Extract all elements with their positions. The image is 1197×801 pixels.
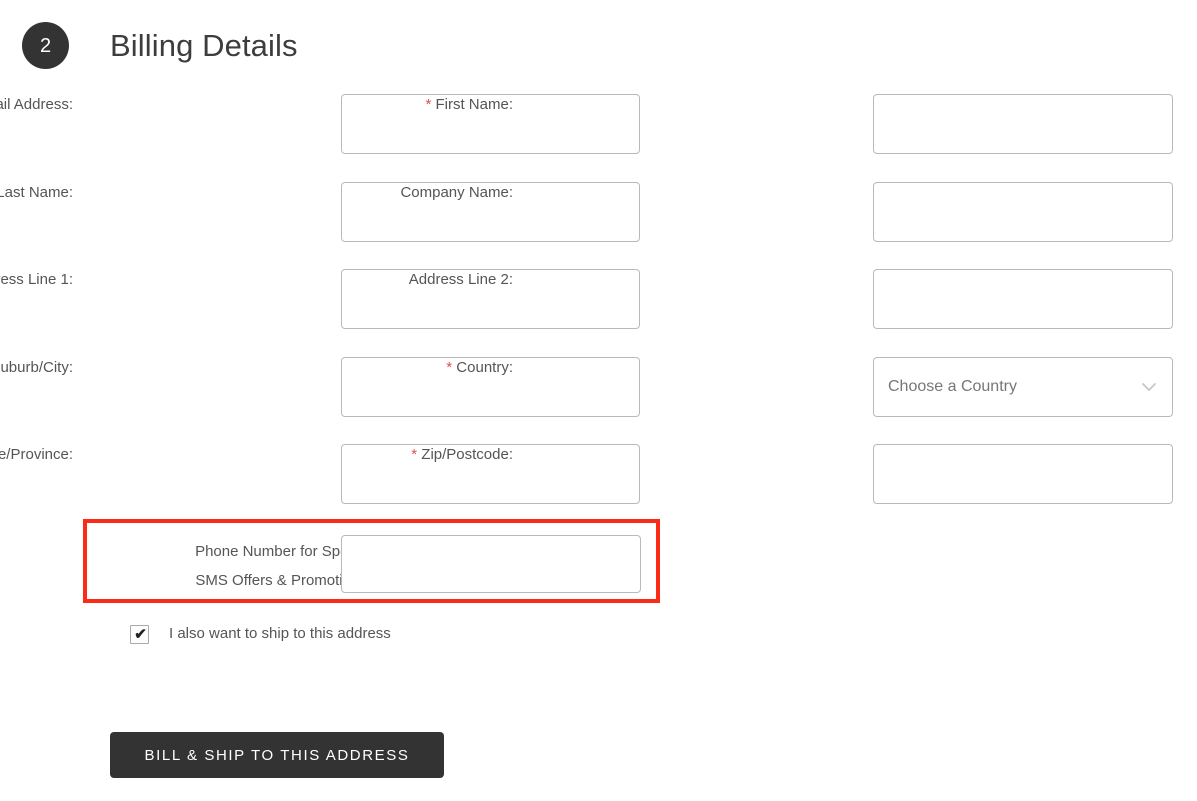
company-name-input[interactable] [873,182,1173,242]
label-text: Email Address: [0,96,73,113]
field-address-line-2: Address Line 2: [409,269,1173,329]
label-text: Suburb/City: [0,359,73,376]
label-text: First Name: [435,96,513,113]
label-state-province: * State/Province: [0,444,73,466]
step-number-text: 2 [39,34,52,57]
label-phone-number: Phone Number for Special SMS Offers & Pr… [127,537,371,595]
label-first-name: * First Name: [213,94,513,116]
form-row-zip-postcode: * Zip/Postcode: [411,444,1173,504]
form-row-first-name: * First Name: [425,94,1173,154]
label-text: Company Name: [400,184,513,201]
label-phone-number-line-2: SMS Offers & Promotions: [195,572,371,589]
label-company-name: Company Name: [213,182,513,204]
label-address-line-2: Address Line 2: [213,269,513,291]
field-first-name: * First Name: [425,94,1173,154]
field-company-name: Company Name: [400,182,1173,242]
checkmark-icon: ✔ [134,625,147,643]
page-title: Billing Details [110,28,298,63]
label-suburb-city: * Suburb/City: [0,357,73,379]
label-email-address: * Email Address: [0,94,73,116]
phone-field-highlight: Phone Number for Special SMS Offers & Pr… [83,519,660,603]
required-asterisk: * [425,96,432,113]
country-select-value[interactable]: Choose a Country [873,357,1173,417]
label-address-line-1: * Address Line 1: [0,269,73,291]
billing-details-header: 2 Billing Details [0,0,1197,92]
form-row-address-line-2: Address Line 2: [409,269,1173,329]
zip-postcode-input[interactable] [873,444,1173,504]
label-text: Address Line 2: [408,271,513,288]
label-text: Last Name: [0,184,73,201]
label-zip-postcode: * Zip/Postcode: [213,444,513,466]
country-select[interactable]: Choose a Country [873,357,1173,417]
ship-to-this-address-label: I also want to ship to this address [169,625,391,642]
label-last-name: * Last Name: [0,182,73,204]
bill-and-ship-button[interactable]: Bill & Ship to this Address [110,732,444,778]
ship-to-this-address-row[interactable]: ✔ I also want to ship to this address [130,623,391,645]
step-number-badge: 2 [22,22,69,69]
form-row-country: * Country: Choose a Country [446,357,1173,417]
label-country: * Country: [213,357,513,379]
label-phone-number-line-1: Phone Number for Special [195,543,371,560]
label-text: Country: [456,359,513,376]
form-row-company-name: Company Name: [400,182,1173,242]
required-asterisk: * [446,359,453,376]
field-country: * Country: Choose a Country [446,357,1173,417]
label-text: State/Province: [0,446,73,463]
phone-number-input[interactable] [341,535,641,593]
first-name-input[interactable] [873,94,1173,154]
field-zip-postcode: * Zip/Postcode: [411,444,1173,504]
address-line-2-input[interactable] [873,269,1173,329]
required-asterisk: * [411,446,418,463]
label-text: Address Line 1: [0,271,73,288]
ship-to-this-address-checkbox[interactable]: ✔ [130,624,149,644]
label-text: Zip/Postcode: [421,446,513,463]
